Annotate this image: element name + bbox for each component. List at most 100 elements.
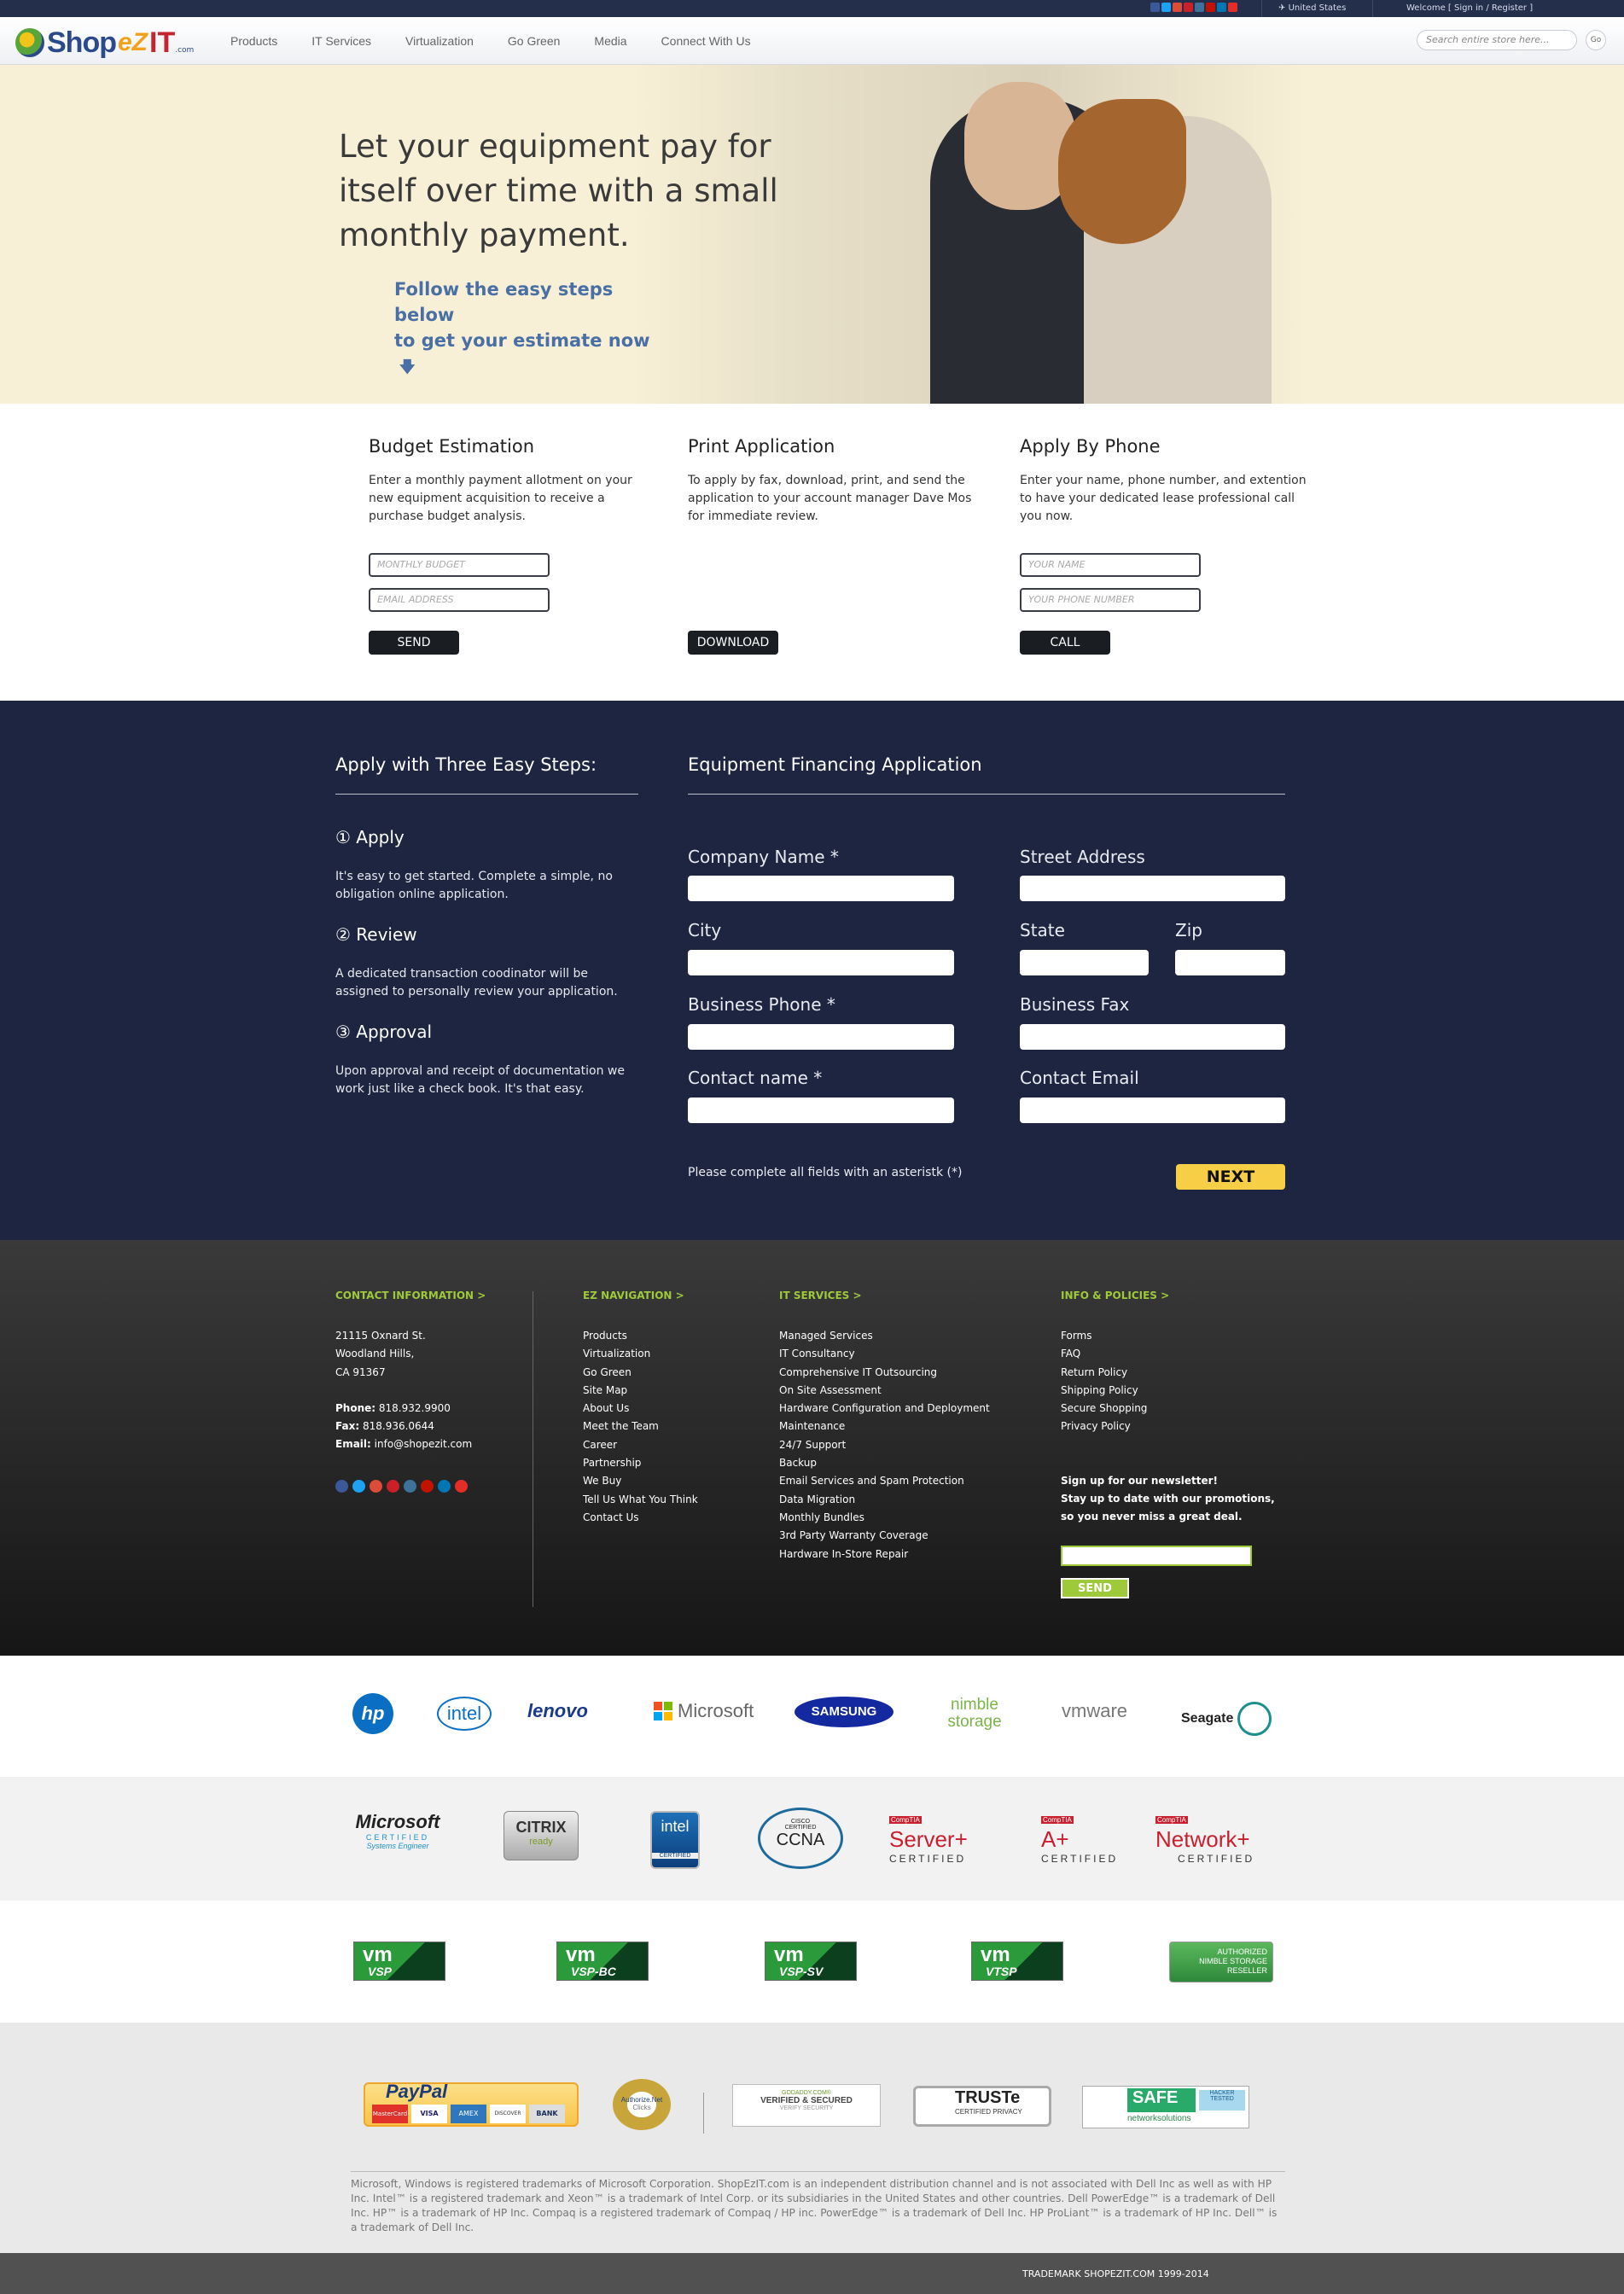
card-logos: MasterCard VISA AMEX DISCOVER BANK [372, 2105, 565, 2123]
footer-link[interactable]: Return Policy [1061, 1364, 1283, 1382]
footer-link[interactable]: Site Map [583, 1382, 754, 1400]
footer-link[interactable]: Products [583, 1327, 754, 1345]
facebook-icon[interactable] [335, 1479, 348, 1493]
instagram-icon[interactable] [1195, 3, 1204, 12]
footer-link[interactable]: Monthly Bundles [779, 1509, 1027, 1527]
footer-link[interactable]: Contact Us [583, 1509, 754, 1527]
register-link[interactable]: Register [1492, 3, 1527, 13]
nav-virtualization[interactable]: Virtualization [405, 34, 474, 48]
footer-link[interactable]: Virtualization [583, 1345, 754, 1363]
footer-link[interactable]: About Us [583, 1400, 754, 1418]
footer-link[interactable]: Career [583, 1436, 754, 1454]
contact-name-field[interactable] [688, 1098, 954, 1123]
footer-link[interactable]: Partnership [583, 1454, 754, 1472]
footer-link[interactable]: 24/7 Support [779, 1436, 1027, 1454]
email-link[interactable]: info@shopezit.com [375, 1438, 473, 1450]
footer-link[interactable]: Hardware In-Store Repair [779, 1546, 1027, 1563]
footer-link[interactable]: Secure Shopping [1061, 1400, 1283, 1418]
yelp-icon[interactable] [1206, 3, 1215, 12]
godaddy-verified-seal[interactable]: GODADDY.COM® VERIFIED & SECURED VERIFY S… [732, 2084, 881, 2127]
phone-number[interactable]: 818.932.9900 [379, 1402, 451, 1414]
footer-link[interactable]: Backup [779, 1454, 1027, 1472]
search-input[interactable]: Search entire store here... [1417, 30, 1577, 50]
footer-link[interactable]: Tell Us What You Think [583, 1491, 754, 1509]
twitter-icon[interactable] [1161, 3, 1171, 12]
pinterest-icon[interactable] [1184, 3, 1193, 12]
network-solutions-seal[interactable]: SAFE HACKER TESTED networksolutions [1082, 2086, 1249, 2128]
footer-link[interactable]: Email Services and Spam Protection [779, 1472, 1027, 1490]
footer-link[interactable]: Maintenance [779, 1418, 1027, 1435]
footer-link[interactable]: On Site Assessment [779, 1382, 1027, 1400]
zip-field[interactable] [1175, 950, 1285, 975]
footer-link[interactable]: Shipping Policy [1061, 1382, 1283, 1400]
business-fax-field[interactable] [1020, 1024, 1285, 1050]
state-field[interactable] [1020, 950, 1149, 975]
footer-link[interactable]: Managed Services [779, 1327, 1027, 1345]
signin-link[interactable]: Sign in [1454, 3, 1483, 13]
nav-it-services[interactable]: IT Services [311, 34, 371, 48]
microsoft-logo: Microsoft [654, 1700, 756, 1722]
phone-text: Enter your name, phone number, and exten… [1020, 474, 1307, 523]
business-phone-field[interactable] [688, 1024, 954, 1050]
city-field[interactable] [688, 950, 954, 975]
twitter-icon[interactable] [352, 1479, 365, 1493]
country-selector[interactable]: ✈ United States [1278, 3, 1346, 13]
truste-seal[interactable]: TRUSTe CERTIFIED PRIVACY [913, 2086, 1051, 2127]
footer-link[interactable]: We Buy [583, 1472, 754, 1490]
nav-go-green[interactable]: Go Green [508, 34, 560, 48]
your-name-input[interactable]: YOUR NAME [1020, 553, 1201, 577]
authorize-net-seal[interactable]: Authorize.Net Clicks [613, 2079, 671, 2130]
cert-text: AUTHORIZED [1217, 1948, 1268, 1956]
newsletter-send-button[interactable]: SEND [1061, 1577, 1129, 1598]
footer-link[interactable]: Go Green [583, 1364, 754, 1382]
newsletter-email-input[interactable] [1061, 1545, 1252, 1566]
next-button[interactable]: NEXT [1176, 1164, 1285, 1190]
your-phone-input[interactable]: YOUR PHONE NUMBER [1020, 588, 1201, 612]
footer-link[interactable]: FAQ [1061, 1345, 1283, 1363]
nav-products[interactable]: Products [230, 34, 277, 48]
footer-nav-heading[interactable]: EZ NAVIGATION > [583, 1290, 754, 1301]
linkedin-icon[interactable] [1217, 3, 1226, 12]
footer-contact-heading[interactable]: CONTACT INFORMATION > [335, 1290, 506, 1301]
footer-link[interactable]: Privacy Policy [1061, 1418, 1283, 1435]
nav-media[interactable]: Media [594, 34, 626, 48]
citrix-ready-logo: CITRIX ready [503, 1811, 579, 1860]
contact-email-field[interactable] [1020, 1098, 1285, 1123]
facebook-icon[interactable] [1150, 3, 1160, 12]
footer-link[interactable]: 3rd Party Warranty Coverage [779, 1527, 1027, 1545]
google-plus-icon[interactable] [1173, 3, 1182, 12]
yelp-icon[interactable] [421, 1479, 434, 1493]
call-button[interactable]: CALL [1020, 631, 1110, 655]
instagram-icon[interactable] [404, 1479, 416, 1493]
pinterest-icon[interactable] [387, 1479, 399, 1493]
youtube-icon[interactable] [1228, 3, 1237, 12]
site-logo[interactable]: Shop eZ IT .com [15, 26, 194, 60]
company-name-field[interactable] [688, 876, 954, 901]
linkedin-icon[interactable] [438, 1479, 451, 1493]
search-go-button[interactable]: Go [1586, 30, 1606, 50]
nav-connect[interactable]: Connect With Us [661, 34, 751, 48]
google-plus-icon[interactable] [370, 1479, 382, 1493]
step-apply-title: ① Apply [335, 827, 405, 847]
footer-link[interactable]: Comprehensive IT Outsourcing [779, 1364, 1027, 1382]
footer-link[interactable]: Meet the Team [583, 1418, 754, 1435]
email-address-input[interactable]: EMAIL ADDRESS [369, 588, 550, 612]
contact-email-label: Contact Email [1020, 1068, 1139, 1088]
cert-text: CERTIFIED [1041, 1853, 1119, 1865]
street-address-field[interactable] [1020, 876, 1285, 901]
footer-link[interactable]: Data Migration [779, 1491, 1027, 1509]
logo-globe-icon [15, 28, 44, 57]
send-button[interactable]: SEND [369, 631, 459, 655]
footer-it-heading[interactable]: IT SERVICES > [779, 1290, 1027, 1301]
cert-text: SAFE [1127, 2088, 1196, 2112]
cert-text: intel [661, 1818, 690, 1835]
monthly-budget-input[interactable]: MONTHLY BUDGET [369, 553, 550, 577]
footer-info-heading[interactable]: INFO & POLICIES > [1061, 1290, 1283, 1301]
footer-link[interactable]: IT Consultancy [779, 1345, 1027, 1363]
youtube-icon[interactable] [455, 1479, 468, 1493]
step-review-text: A dedicated transaction coodinator will … [335, 967, 618, 999]
footer-link[interactable]: Hardware Configuration and Deployment [779, 1400, 1027, 1418]
download-button[interactable]: DOWNLOAD [688, 631, 778, 655]
footer-link[interactable]: Forms [1061, 1327, 1283, 1345]
brand-logos: hp intel lenovo Microsoft SAMSUNG nimble… [0, 1656, 1624, 1777]
